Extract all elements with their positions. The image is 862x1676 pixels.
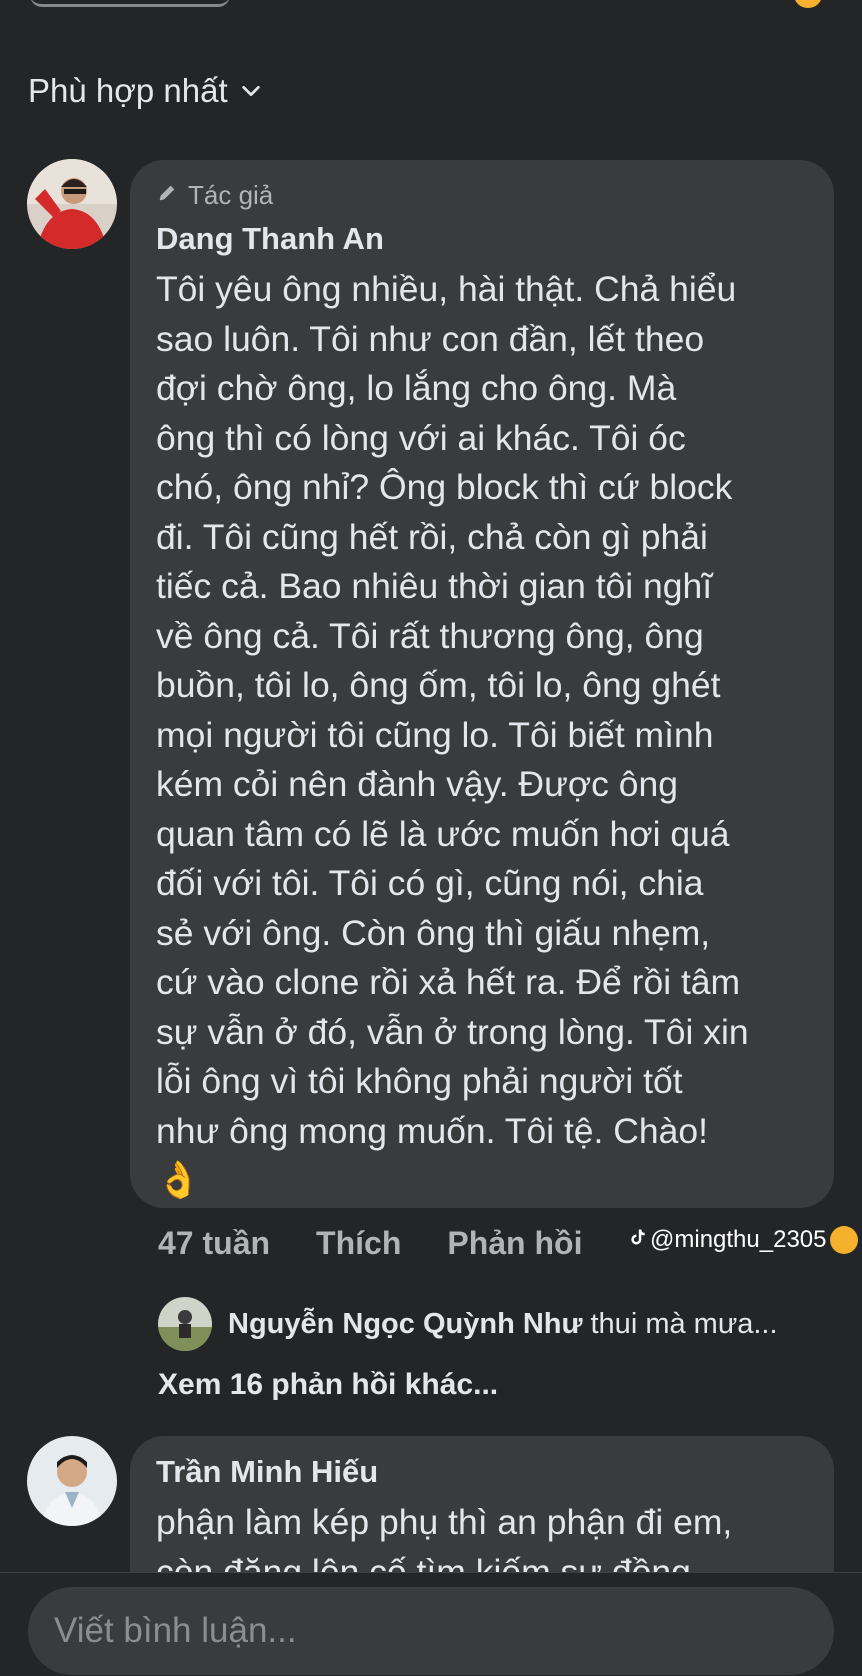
reply-snippet: thui mà mưa... — [590, 1307, 778, 1340]
author-badge: Tác giả — [156, 180, 814, 211]
avatar[interactable] — [27, 159, 117, 249]
comment-timestamp[interactable]: 47 tuần — [158, 1225, 270, 1262]
header-remnant — [30, 0, 230, 7]
comment-bubble: Tác giả Dang Thanh An Tôi yêu ông nhiều,… — [130, 160, 834, 1208]
pencil-icon — [156, 180, 178, 211]
commenter-name[interactable]: Trần Minh Hiếu — [156, 1454, 814, 1490]
comment-actions: 47 tuần Thích Phản hồi — [158, 1225, 628, 1262]
watermark-text: @mingthu_2305 — [650, 1226, 827, 1253]
ok-hand-emoji: 👌 — [156, 1159, 201, 1200]
reply-button[interactable]: Phản hồi — [447, 1225, 582, 1262]
laughing-emoji-icon — [830, 1226, 859, 1254]
avatar[interactable] — [158, 1297, 212, 1351]
reaction-emoji-icon — [794, 0, 822, 8]
view-more-replies-link[interactable]: Xem 16 phản hồi khác... — [158, 1368, 498, 1402]
commenter-name[interactable]: Dang Thanh An — [156, 221, 814, 257]
comment-input[interactable] — [28, 1587, 834, 1675]
tiktok-icon — [628, 1226, 648, 1254]
like-button[interactable]: Thích — [316, 1225, 401, 1262]
sort-dropdown[interactable]: Phù hợp nhất — [28, 72, 262, 110]
chevron-down-icon — [240, 72, 262, 110]
comment-text: Tôi yêu ông nhiều, hài thật. Chả hiểu sa… — [156, 269, 749, 1151]
tiktok-watermark: @mingthu_2305 — [628, 1226, 859, 1254]
avatar[interactable] — [27, 1436, 117, 1526]
sort-label: Phù hợp nhất — [28, 72, 228, 109]
reply-author-name: Nguyễn Ngọc Quỳnh Như — [228, 1307, 583, 1340]
reply-preview[interactable]: Nguyễn Ngọc Quỳnh Như thui mà mưa... — [158, 1297, 778, 1351]
author-badge-label: Tác giả — [188, 180, 274, 210]
